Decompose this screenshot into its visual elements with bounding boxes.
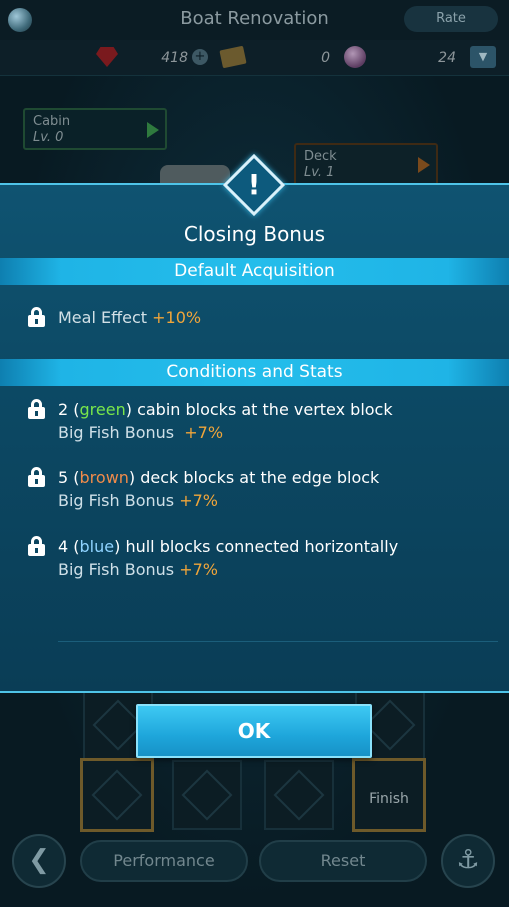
deck-name: Deck	[304, 149, 337, 164]
anchor-icon: ⚓	[456, 845, 480, 875]
meal-effect-value: +10%	[152, 308, 202, 327]
color-word-green: green	[79, 400, 126, 419]
back-button[interactable]: ❮	[12, 834, 66, 888]
cabin-card[interactable]: Cabin Lv. 0	[23, 108, 167, 150]
finish-label: Finish	[369, 791, 409, 807]
gem-icon	[344, 46, 366, 68]
default-item: Meal Effect +10%	[58, 308, 201, 327]
block-slot[interactable]	[172, 760, 242, 830]
lock-icon	[28, 307, 45, 327]
cabin-arrow-icon	[147, 122, 159, 138]
color-word-brown: brown	[79, 468, 129, 487]
deck-level: Lv. 1	[304, 165, 335, 180]
lock-icon	[28, 467, 45, 487]
expand-resources-button[interactable]: ▼	[470, 46, 496, 68]
ticket-count: 0	[321, 50, 330, 66]
lock-icon	[28, 399, 45, 419]
ok-button[interactable]: OK	[136, 704, 372, 758]
condition-row: 4 (blue) hull blocks connected horizonta…	[58, 537, 399, 556]
cabin-level: Lv. 0	[33, 130, 64, 145]
condition-bonus: Big Fish Bonus +7%	[58, 491, 218, 510]
condition-row: 2 (green) cabin blocks at the vertex blo…	[58, 400, 393, 419]
chevron-left-icon: ❮	[28, 845, 50, 875]
reset-button[interactable]: Reset	[259, 840, 427, 882]
rate-button[interactable]: Rate	[404, 6, 498, 32]
color-word-blue: blue	[79, 537, 115, 556]
deck-card[interactable]: Deck Lv. 1	[294, 143, 438, 187]
condition-bonus: Big Fish Bonus +7%	[58, 560, 218, 579]
cabin-name: Cabin	[33, 114, 71, 129]
meal-effect-label: Meal Effect	[58, 308, 148, 327]
section-header-conditions: Conditions and Stats	[0, 359, 509, 386]
performance-button[interactable]: Performance	[80, 840, 248, 882]
block-slot[interactable]	[264, 760, 334, 830]
ruby-count: 418	[161, 50, 188, 66]
add-ruby-button[interactable]: +	[192, 49, 208, 65]
gem-count: 24	[438, 50, 456, 66]
condition-bonus: Big Fish Bonus +7%	[58, 423, 224, 442]
finish-slot[interactable]: Finish	[352, 758, 426, 832]
condition-row: 5 (brown) deck blocks at the edge block	[58, 468, 380, 487]
section-header-default: Default Acquisition	[0, 258, 509, 285]
dialog-title: Closing Bonus	[183, 222, 326, 246]
anchor-button[interactable]: ⚓	[441, 834, 495, 888]
exclamation-icon: !	[247, 168, 261, 201]
deck-arrow-icon	[418, 157, 430, 173]
lock-icon	[28, 536, 45, 556]
block-slot[interactable]	[80, 758, 154, 832]
divider	[58, 641, 498, 642]
